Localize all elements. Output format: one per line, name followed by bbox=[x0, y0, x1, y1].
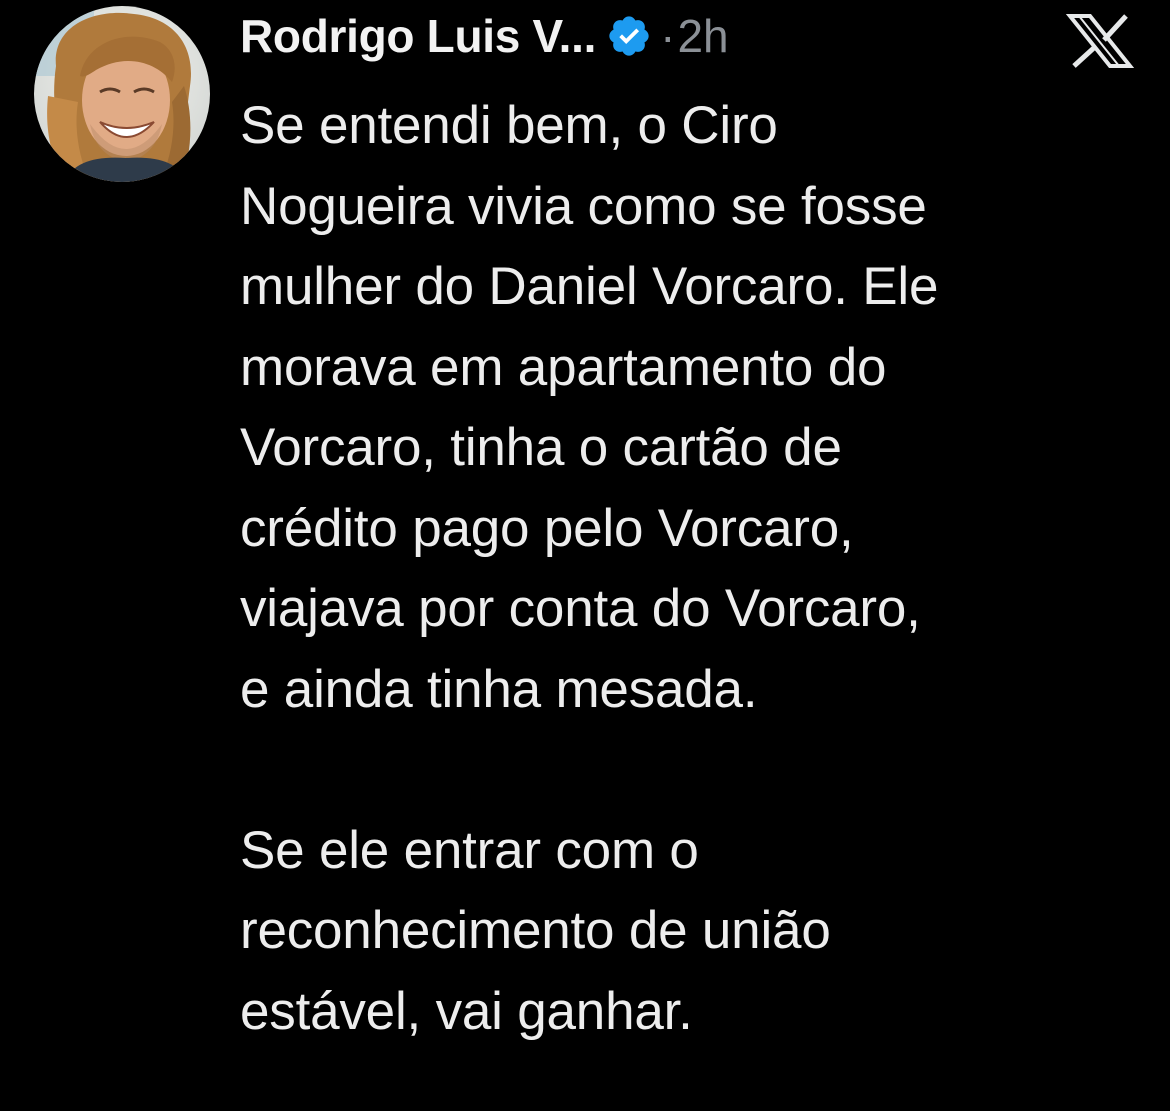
tweet-line: morava em apartamento do bbox=[240, 337, 887, 397]
timestamp[interactable]: 2h bbox=[677, 9, 728, 63]
tweet-header: Rodrigo Luis V... · 2h bbox=[240, 4, 729, 68]
tweet-line: Se entendi bem, o Ciro bbox=[240, 96, 778, 155]
tweet-line: e ainda tinha mesada. bbox=[240, 659, 758, 719]
tweet-line: reconhecimento de união bbox=[240, 901, 831, 960]
tweet-line: viajava por conta do Vorcaro, bbox=[240, 579, 921, 638]
separator-dot: · bbox=[660, 10, 676, 62]
tweet-line: Vorcaro, tinha o cartão de bbox=[240, 418, 842, 477]
author-name[interactable]: Rodrigo Luis V... bbox=[240, 9, 596, 63]
tweet-text: Se entendi bem, o Ciro Nogueira vivia co… bbox=[240, 86, 1140, 1052]
tweet-line: Se ele entrar com o bbox=[240, 820, 699, 880]
tweet-line: estável, vai ganhar. bbox=[240, 981, 693, 1041]
avatar[interactable] bbox=[34, 6, 210, 182]
verified-badge-icon bbox=[606, 13, 652, 59]
tweet-paragraph: Se ele entrar com o reconhecimento de un… bbox=[240, 811, 1140, 1053]
avatar-image bbox=[34, 6, 210, 182]
tweet-line: mulher do Daniel Vorcaro. Ele bbox=[240, 257, 939, 316]
tweet-line: crédito pago pelo Vorcaro, bbox=[240, 498, 854, 558]
tweet-card: Rodrigo Luis V... · 2h Se entendi bem, o… bbox=[0, 0, 1170, 1111]
tweet-line: Nogueira vivia como se fosse bbox=[240, 176, 927, 236]
tweet-paragraph: Se entendi bem, o Ciro Nogueira vivia co… bbox=[240, 86, 1140, 730]
x-logo-icon[interactable] bbox=[1064, 12, 1136, 70]
